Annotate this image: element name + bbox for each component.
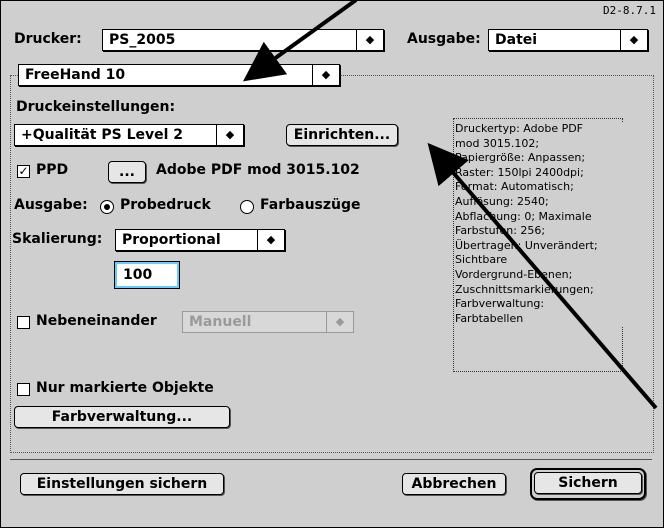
arrow-to-app-popup (243, 0, 358, 82)
annotation-arrows (243, 0, 658, 410)
arrow-to-setup-button (427, 142, 658, 410)
